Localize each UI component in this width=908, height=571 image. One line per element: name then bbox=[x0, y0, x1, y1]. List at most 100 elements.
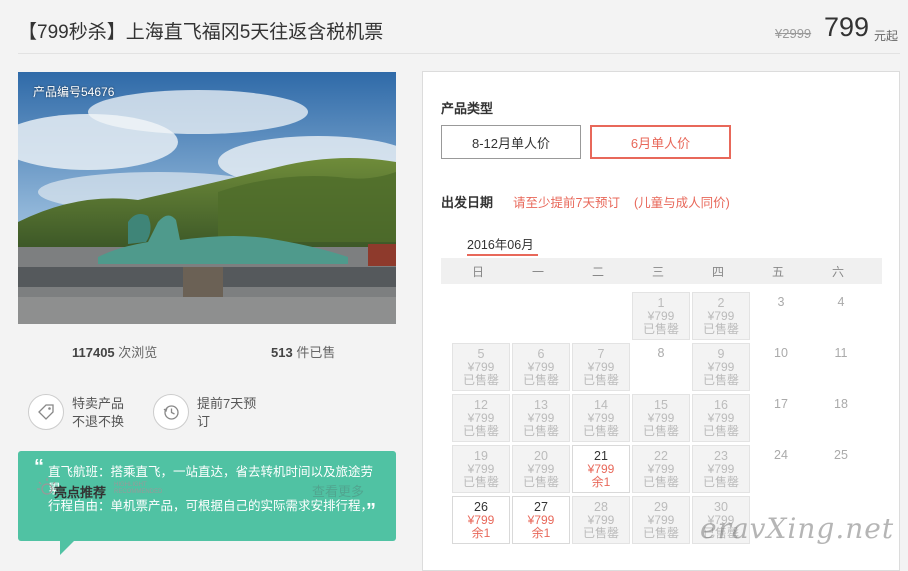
highlight-sub-line1: HIGHLIGHT bbox=[114, 482, 147, 488]
highlight-subtitle: HIGHLIGHT RECOMMENDED bbox=[114, 482, 162, 496]
sold-out-label: 已售罄 bbox=[642, 526, 679, 540]
calendar-day-24: 24 bbox=[752, 445, 810, 493]
sold-out-label: 已售罄 bbox=[522, 373, 559, 387]
departure-date-label: 出发日期 bbox=[441, 195, 494, 210]
calendar-day-2: 2 ¥799 已售罄 bbox=[692, 292, 750, 340]
calendar-day-10: 10 bbox=[752, 343, 810, 391]
calendar-day-7: 7 ¥799 已售罄 bbox=[572, 343, 630, 391]
open-quote-icon: “ bbox=[34, 456, 44, 478]
sold-out-label: 已售罄 bbox=[582, 526, 619, 540]
sold-stat: 513 件已售 bbox=[271, 342, 335, 361]
calendar-day-26[interactable]: 26 ¥799 余1 bbox=[452, 496, 510, 544]
sold-out-label: 已售罄 bbox=[462, 475, 499, 489]
weekday-thu: 四 bbox=[711, 265, 724, 279]
weekday-sun: 日 bbox=[471, 265, 484, 279]
calendar-day-15: 15 ¥799 已售罄 bbox=[632, 394, 690, 442]
sold-out-label: 已售罄 bbox=[642, 424, 679, 438]
feature-line2: 订 bbox=[197, 414, 211, 429]
sold-out-label: 已售罄 bbox=[702, 475, 739, 489]
product-info-column: 产品编号54676 117405 次浏览 513 件已售 特卖产品 不退不换 提… bbox=[18, 72, 396, 555]
sold-out-label: 已售罄 bbox=[702, 373, 739, 387]
feature-line2: 不退不换 bbox=[72, 414, 125, 429]
day-number: 4 bbox=[837, 295, 845, 309]
weekday-fri: 五 bbox=[771, 265, 784, 279]
sale-price: 799 bbox=[824, 12, 870, 42]
sold-out-label: 已售罄 bbox=[582, 373, 619, 387]
view-more-link[interactable]: 查看更多 bbox=[312, 481, 364, 500]
close-quote-icon: ” bbox=[366, 500, 376, 522]
product-type-label: 产品类型 bbox=[441, 101, 494, 116]
month-tab[interactable]: 2016年06月 bbox=[467, 234, 534, 253]
sold-out-label: 已售罄 bbox=[642, 322, 679, 336]
sold-out-label: 已售罄 bbox=[642, 475, 679, 489]
calendar-day-19: 19 ¥799 已售罄 bbox=[452, 445, 510, 493]
calendar-day-18: 18 bbox=[812, 394, 870, 442]
calendar-day-22: 22 ¥799 已售罄 bbox=[632, 445, 690, 493]
booking-panel: 产品类型 8-12月单人价 6月单人价 出发日期 请至少提前7天预订 (儿童与成… bbox=[422, 71, 900, 571]
sold-out-label: 已售罄 bbox=[582, 424, 619, 438]
day-number: 17 bbox=[774, 397, 788, 411]
calendar-day-13: 13 ¥799 已售罄 bbox=[512, 394, 570, 442]
remaining-label: 余1 bbox=[471, 526, 491, 540]
day-number: 8 bbox=[657, 346, 665, 360]
views-count: 117405 bbox=[72, 345, 115, 360]
feature-advance-booking: 提前7天预 订 bbox=[153, 394, 256, 431]
day-number: 25 bbox=[834, 448, 848, 462]
feature-line1: 特卖产品 bbox=[72, 396, 125, 411]
sold-out-label: 已售罄 bbox=[462, 424, 499, 438]
weekday-tue: 二 bbox=[591, 265, 604, 279]
product-photo[interactable]: 产品编号54676 bbox=[18, 72, 396, 324]
tag-icon bbox=[28, 394, 64, 430]
sold-label: 件已售 bbox=[292, 345, 336, 360]
day-number: 3 bbox=[777, 295, 785, 309]
clock-icon bbox=[153, 394, 189, 430]
calendar-day-29: 29 ¥799 已售罄 bbox=[632, 496, 690, 544]
highlight-section: 亮点推荐 HIGHLIGHT RECOMMENDED 查看更多 bbox=[18, 476, 378, 500]
type-option-june[interactable]: 6月单人价 bbox=[590, 125, 731, 159]
highlight-sub-line2: RECOMMENDED bbox=[114, 489, 163, 495]
calendar-day-14: 14 ¥799 已售罄 bbox=[572, 394, 630, 442]
watermark: eravXing.net bbox=[700, 512, 895, 545]
calendar-day-16: 16 ¥799 已售罄 bbox=[692, 394, 750, 442]
calendar-day-11: 11 bbox=[812, 343, 870, 391]
calendar-day-25: 25 bbox=[812, 445, 870, 493]
calendar-day-17: 17 bbox=[752, 394, 810, 442]
calendar-day-6: 6 ¥799 已售罄 bbox=[512, 343, 570, 391]
views-label: 次浏览 bbox=[114, 345, 158, 360]
header-divider bbox=[18, 53, 900, 54]
day-number: 10 bbox=[774, 346, 788, 360]
product-title: 【799秒杀】上海直飞福冈5天往返含税机票 bbox=[18, 22, 384, 43]
highlight-title: 亮点推荐 bbox=[54, 485, 107, 500]
sold-out-label: 已售罄 bbox=[522, 424, 559, 438]
reclining-buddha-image bbox=[18, 72, 396, 324]
page-header: 【799秒杀】上海直飞福冈5天往返含税机票 ¥2999 799 元起 bbox=[0, 0, 908, 54]
calendar-day-28: 28 ¥799 已售罄 bbox=[572, 496, 630, 544]
sold-out-label: 已售罄 bbox=[522, 475, 559, 489]
sold-out-label: 已售罄 bbox=[702, 322, 739, 336]
type-option-aug-dec[interactable]: 8-12月单人价 bbox=[441, 125, 581, 159]
weekday-mon: 一 bbox=[531, 265, 544, 279]
calendar-day-9: 9 ¥799 已售罄 bbox=[692, 343, 750, 391]
price-unit: 元起 bbox=[874, 29, 899, 43]
sold-out-label: 已售罄 bbox=[702, 424, 739, 438]
day-number: 24 bbox=[774, 448, 788, 462]
calendar-day-27[interactable]: 27 ¥799 余1 bbox=[512, 496, 570, 544]
sold-out-label: 已售罄 bbox=[462, 373, 499, 387]
calendar-day-20: 20 ¥799 已售罄 bbox=[512, 445, 570, 493]
original-price: ¥2999 bbox=[775, 26, 812, 41]
remaining-label: 余1 bbox=[591, 475, 611, 489]
calendar-day-23: 23 ¥799 已售罄 bbox=[692, 445, 750, 493]
remaining-label: 余1 bbox=[531, 526, 551, 540]
product-number: 产品编号54676 bbox=[33, 85, 115, 99]
advance-booking-note: 请至少提前7天预订 bbox=[513, 196, 620, 210]
calendar-day-21[interactable]: 21 ¥799 余1 bbox=[572, 445, 630, 493]
weekday-wed: 三 bbox=[651, 265, 664, 279]
calendar-day-12: 12 ¥799 已售罄 bbox=[452, 394, 510, 442]
calendar-day-3: 3 bbox=[752, 292, 810, 340]
day-number: 11 bbox=[834, 346, 848, 360]
child-price-note: (儿童与成人同价) bbox=[634, 196, 730, 210]
quote-tail bbox=[60, 541, 74, 555]
calendar-day-5: 5 ¥799 已售罄 bbox=[452, 343, 510, 391]
sold-count: 513 bbox=[271, 345, 293, 360]
views-stat: 117405 次浏览 bbox=[72, 342, 157, 361]
